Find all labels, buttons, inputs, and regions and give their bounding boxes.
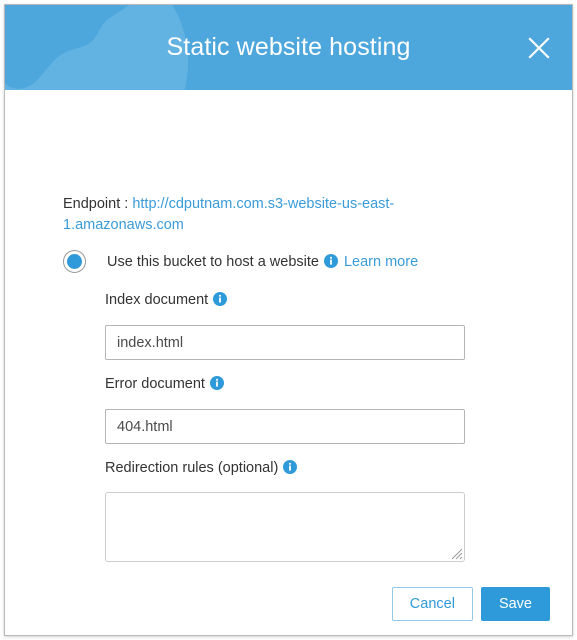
dialog-header: Static website hosting bbox=[5, 5, 572, 90]
endpoint-row: Endpoint : http://cdputnam.com.s3-websit… bbox=[63, 194, 408, 236]
error-document-input[interactable] bbox=[105, 409, 465, 444]
dialog-footer: Cancel Save bbox=[5, 573, 572, 635]
info-icon[interactable] bbox=[209, 376, 224, 390]
endpoint-label: Endpoint : bbox=[63, 196, 129, 212]
redirection-rules-wrap bbox=[105, 492, 465, 562]
dialog-title: Static website hosting bbox=[166, 33, 411, 61]
redirection-rules-textarea[interactable] bbox=[105, 492, 465, 562]
radio-label-use-this-bucket: Use this bucket to host a website Learn m… bbox=[107, 253, 419, 270]
save-button[interactable]: Save bbox=[480, 587, 550, 621]
redirection-rules-label: Redirection rules (optional) bbox=[105, 460, 300, 476]
radio-dot bbox=[67, 254, 82, 269]
info-icon[interactable] bbox=[213, 292, 228, 306]
index-document-input[interactable] bbox=[105, 325, 465, 360]
info-icon[interactable] bbox=[323, 253, 338, 268]
cancel-button[interactable]: Cancel bbox=[391, 587, 473, 621]
screen: Static website hosting Endpoint : http:/… bbox=[0, 0, 577, 640]
error-document-label: Error document bbox=[105, 376, 227, 392]
close-icon[interactable] bbox=[524, 33, 554, 63]
index-document-label: Index document bbox=[105, 292, 230, 308]
static-website-hosting-dialog: Static website hosting Endpoint : http:/… bbox=[4, 4, 573, 636]
info-icon[interactable] bbox=[283, 460, 298, 474]
radio-use-this-bucket[interactable]: Use this bucket to host a website Learn m… bbox=[63, 250, 418, 273]
dialog-body: Endpoint : http://cdputnam.com.s3-websit… bbox=[5, 90, 572, 635]
radio-indicator-use-this-bucket[interactable] bbox=[63, 250, 86, 273]
learn-more-link-hosting[interactable]: Learn more bbox=[344, 254, 418, 270]
